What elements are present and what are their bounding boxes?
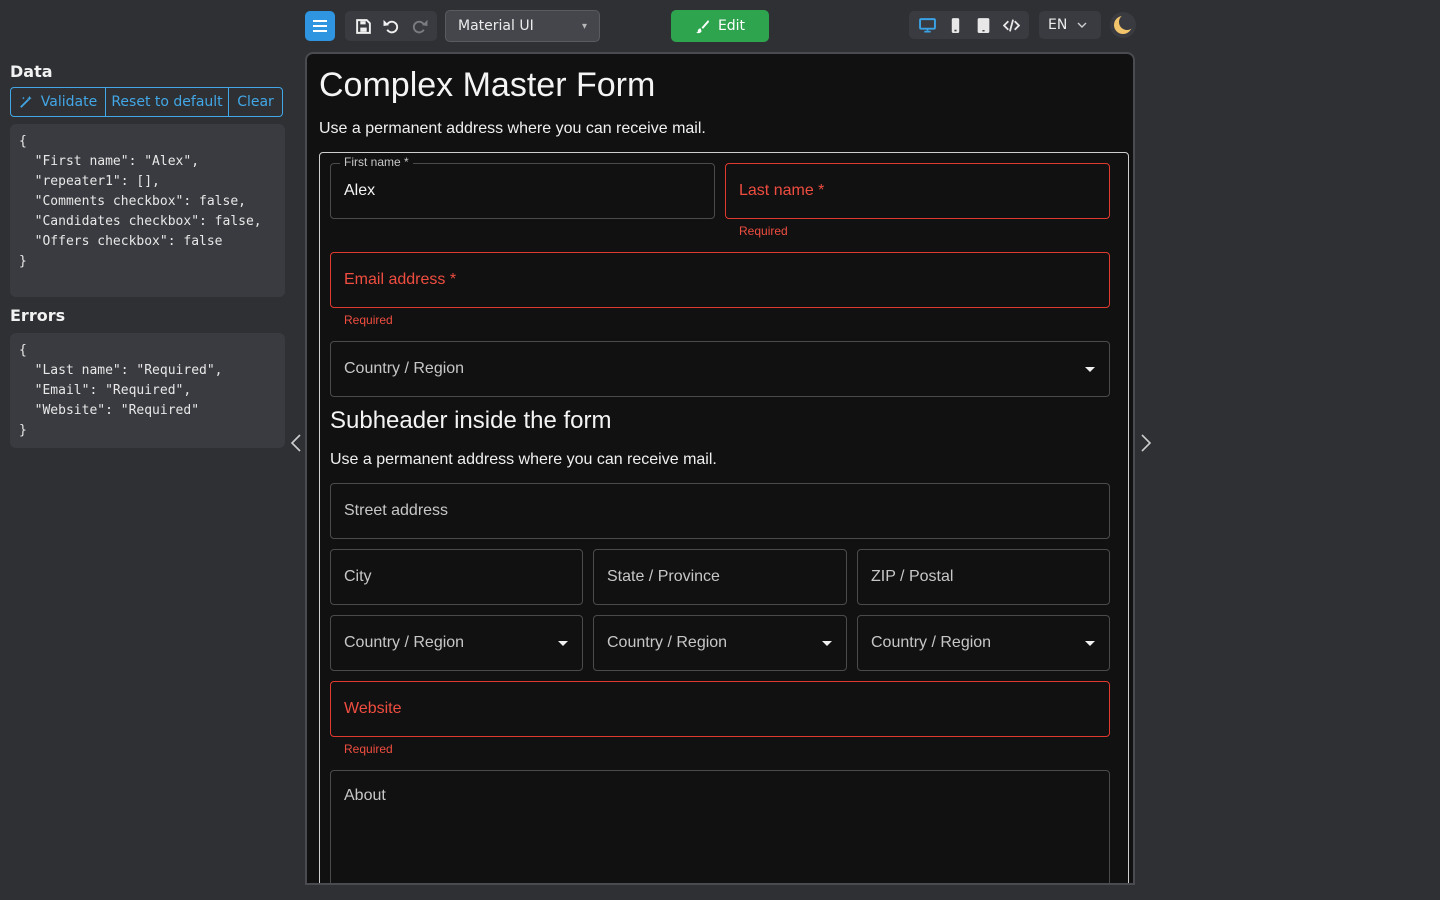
- country-region-label-2: Country / Region: [607, 634, 728, 651]
- street-address-label: Street address: [344, 502, 449, 519]
- country-region-select-3[interactable]: Country / Region: [857, 615, 1110, 671]
- email-label: Email address *: [344, 271, 457, 288]
- website-label: Website: [344, 700, 402, 717]
- country-region-label-1: Country / Region: [344, 634, 465, 651]
- validate-label: Validate: [40, 94, 98, 110]
- form-preview: Complex Master Form Use a permanent addr…: [305, 52, 1135, 885]
- zip-postal-label: ZIP / Postal: [871, 568, 954, 585]
- menu-icon: [313, 25, 327, 27]
- data-actions: Validate Reset to default Clear: [10, 87, 285, 117]
- email-field[interactable]: Email address *: [330, 252, 1110, 308]
- redo-icon[interactable]: [411, 18, 428, 35]
- last-name-field[interactable]: Last name *: [725, 163, 1110, 219]
- left-panel: Data Validate Reset to default Clear { "…: [10, 60, 285, 448]
- errors-json-view: { "Last name": "Required", "Email": "Req…: [10, 333, 285, 448]
- collapse-left-button[interactable]: [288, 432, 304, 454]
- device-group: [909, 11, 1029, 39]
- last-name-label: Last name *: [739, 182, 825, 199]
- validate-button[interactable]: Validate: [10, 87, 106, 117]
- form-subheader-description: Use a permanent address where you can re…: [330, 451, 717, 468]
- country-region-label-3: Country / Region: [871, 634, 992, 651]
- dropdown-arrow-icon: [1085, 367, 1095, 372]
- city-label: City: [344, 568, 372, 585]
- last-name-helper: Required: [739, 224, 788, 238]
- chevron-right-icon: [1141, 434, 1152, 452]
- theme-select[interactable]: Material UI ▾: [445, 10, 600, 42]
- chevron-down-icon: ▾: [581, 20, 587, 32]
- reset-to-default-button[interactable]: Reset to default: [106, 87, 229, 117]
- first-name-label: First name *: [340, 155, 413, 169]
- country-region-select[interactable]: Country / Region: [330, 341, 1110, 397]
- email-helper: Required: [344, 313, 393, 327]
- language-select[interactable]: EN: [1039, 11, 1101, 39]
- dropdown-arrow-icon: [1085, 641, 1095, 646]
- save-icon[interactable]: [355, 18, 372, 35]
- top-toolbar: Material UI ▾ Edit EN: [0, 0, 1440, 50]
- zip-postal-field[interactable]: ZIP / Postal: [857, 549, 1110, 605]
- dark-mode-toggle[interactable]: [1110, 12, 1136, 38]
- form-card: First name * Alex Last name * Required E…: [319, 152, 1129, 883]
- state-province-field[interactable]: State / Province: [593, 549, 847, 605]
- country-region-select-1[interactable]: Country / Region: [330, 615, 583, 671]
- chevron-down-icon: [1077, 22, 1087, 28]
- magic-icon: [19, 95, 32, 108]
- language-value: EN: [1048, 17, 1068, 33]
- moon-icon: [1114, 14, 1134, 34]
- first-name-field[interactable]: First name * Alex: [330, 155, 715, 219]
- collapse-right-button[interactable]: [1138, 432, 1154, 454]
- code-icon[interactable]: [1002, 17, 1020, 34]
- street-address-field[interactable]: Street address: [330, 483, 1110, 539]
- mobile-icon[interactable]: [947, 17, 964, 34]
- errors-heading: Errors: [10, 306, 66, 325]
- state-province-label: State / Province: [607, 568, 720, 585]
- tablet-icon[interactable]: [975, 17, 992, 34]
- brush-icon: [695, 19, 709, 33]
- data-heading: Data: [10, 62, 53, 81]
- undo-icon[interactable]: [383, 18, 400, 35]
- data-json-view: { "First name": "Alex", "repeater1": [],…: [10, 124, 285, 297]
- history-group: [345, 11, 437, 41]
- menu-button[interactable]: [305, 11, 335, 41]
- about-label: About: [344, 787, 386, 804]
- form-description: Use a permanent address where you can re…: [319, 120, 706, 137]
- desktop-icon[interactable]: [918, 17, 936, 34]
- form-subheader: Subheader inside the form: [330, 407, 612, 434]
- website-field[interactable]: Website: [330, 681, 1110, 737]
- edit-button[interactable]: Edit: [671, 10, 769, 42]
- about-textarea[interactable]: About: [330, 770, 1110, 883]
- country-region-label: Country / Region: [344, 360, 465, 377]
- dropdown-arrow-icon: [822, 641, 832, 646]
- clear-button[interactable]: Clear: [229, 87, 283, 117]
- edit-button-label: Edit: [717, 18, 746, 34]
- website-helper: Required: [344, 742, 393, 756]
- first-name-value: Alex: [344, 182, 376, 199]
- theme-select-value: Material UI: [458, 18, 534, 34]
- chevron-left-icon: [290, 434, 301, 452]
- city-field[interactable]: City: [330, 549, 583, 605]
- dropdown-arrow-icon: [558, 641, 568, 646]
- form-title: Complex Master Form: [319, 66, 656, 104]
- country-region-select-2[interactable]: Country / Region: [593, 615, 847, 671]
